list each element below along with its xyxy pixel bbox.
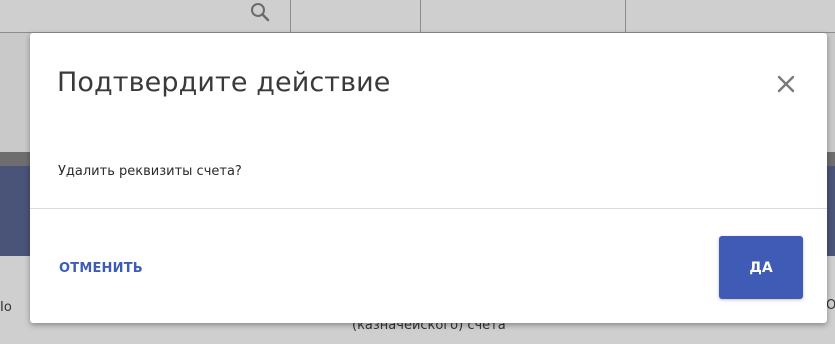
close-button[interactable] (771, 69, 801, 99)
background-cell (290, 0, 421, 32)
cancel-button[interactable]: ОТМЕНИТЬ (59, 261, 143, 276)
background-cell (0, 0, 290, 32)
dialog-footer: ОТМЕНИТЬ ДА (30, 209, 827, 323)
background-table-header (0, 0, 835, 33)
background-text-fragment: О (826, 298, 835, 313)
dialog-body: Удалить реквизиты счета? (30, 133, 827, 207)
search-icon (250, 2, 270, 27)
close-icon (771, 69, 801, 99)
dialog-header: Подтвердите действие (30, 33, 827, 133)
confirm-dialog: Подтвердите действие Удалить реквизиты с… (30, 33, 827, 323)
dialog-message: Удалить реквизиты счета? (58, 164, 242, 179)
background-cell (625, 0, 835, 32)
background-text-fragment: Іо (0, 300, 12, 315)
dialog-title: Подтвердите действие (57, 67, 391, 98)
screen: Іо (казначейского) счета О Подтвердите д… (0, 0, 835, 344)
confirm-button[interactable]: ДА (719, 236, 803, 299)
background-cell (420, 0, 626, 32)
